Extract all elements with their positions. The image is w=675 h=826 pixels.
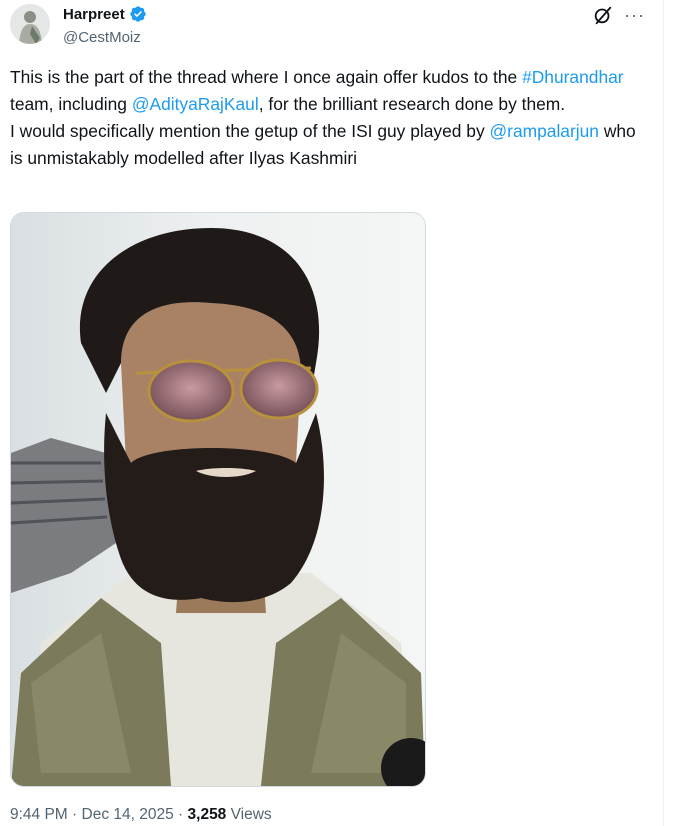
author-handle[interactable]: @CestMoiz	[63, 29, 141, 46]
more-options-icon[interactable]: ···	[624, 4, 645, 26]
author-avatar[interactable]	[10, 4, 50, 44]
author-display-name[interactable]: Harpreet	[63, 6, 125, 23]
meta-separator: ·	[173, 806, 188, 823]
hashtag-link[interactable]: #Dhurandhar	[522, 67, 624, 87]
tweet-meta: 9:44 PM · Dec 14, 2025 · 3,258 Views	[10, 806, 272, 824]
grok-icon[interactable]	[592, 4, 614, 26]
tweet-date[interactable]: Dec 14, 2025	[82, 806, 174, 823]
tweet-top-actions: ···	[592, 4, 645, 26]
meta-separator: ·	[67, 806, 82, 823]
tweet-text-segment: I would specifically mention the getup o…	[10, 121, 490, 141]
mention-link-rampalarjun[interactable]: @rampalarjun	[490, 121, 599, 141]
tweet-paragraph-1: This is the part of the thread where I o…	[10, 64, 650, 118]
tweet-text-segment: team, including	[10, 94, 132, 114]
tweet-text-segment: This is the part of the thread where I o…	[10, 67, 523, 87]
mention-link-adityarajkaul[interactable]: @AdityaRajKaul	[132, 94, 259, 114]
views-label: Views	[226, 806, 272, 823]
tweet-photo[interactable]	[10, 212, 426, 787]
views-count: 3,258	[187, 806, 227, 823]
tweet-paragraph-2: I would specifically mention the getup o…	[10, 118, 650, 172]
tweet-time[interactable]: 9:44 PM	[10, 806, 68, 823]
avatar-image	[10, 4, 50, 44]
tweet-text: This is the part of the thread where I o…	[10, 64, 650, 172]
author-name-row[interactable]: Harpreet	[63, 5, 147, 23]
tweet-text-segment: , for the brilliant research done by the…	[258, 94, 566, 114]
portrait-image	[11, 213, 425, 786]
verified-badge-icon	[130, 6, 146, 22]
column-divider	[663, 0, 664, 826]
